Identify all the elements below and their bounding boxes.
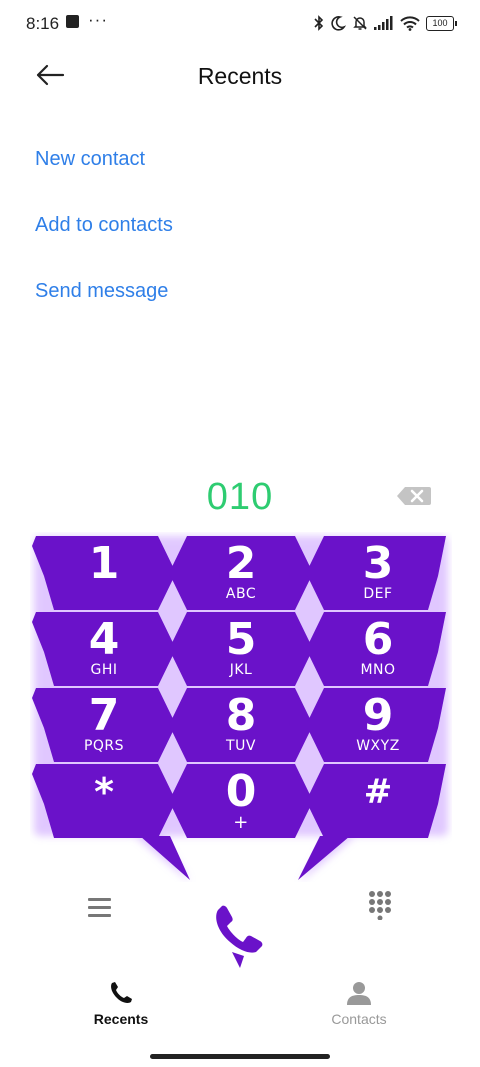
phone-icon xyxy=(111,982,132,1003)
status-icons: 100 xyxy=(314,12,457,34)
key-letters: GHI xyxy=(90,662,118,678)
dialpad-icon xyxy=(369,891,391,921)
send-message-link[interactable]: Send message xyxy=(35,280,168,303)
key-3[interactable]: 3 DEF xyxy=(306,536,450,610)
key-letters: TUV xyxy=(226,738,256,754)
key-star[interactable]: * xyxy=(32,764,176,838)
key-digit: 5 xyxy=(225,614,257,665)
status-time: 8:16 xyxy=(26,14,60,33)
key-2[interactable]: 2 ABC xyxy=(169,536,313,610)
person-icon xyxy=(347,982,371,1005)
more-notifications-icon: ··· xyxy=(88,10,108,29)
tab-label: Contacts xyxy=(331,1011,387,1027)
key-8[interactable]: 8 TUV xyxy=(169,688,313,762)
key-digit: # xyxy=(363,772,393,812)
dial-keypad: 1 2 ABC 3 DEF 4 GHI 5 JKL 6 MNO 7 PQRS 8… xyxy=(30,532,452,882)
backspace-button[interactable] xyxy=(396,486,432,506)
tab-contacts[interactable]: Contacts xyxy=(279,980,439,1027)
key-0[interactable]: 0 + xyxy=(169,764,313,838)
moon-icon xyxy=(331,16,346,31)
key-digit: 2 xyxy=(225,538,257,589)
new-contact-link[interactable]: New contact xyxy=(35,148,145,171)
call-button[interactable] xyxy=(210,896,272,970)
bluetooth-icon xyxy=(314,15,324,31)
backspace-icon xyxy=(397,487,431,505)
key-6[interactable]: 6 MNO xyxy=(306,612,450,686)
key-letters: PQRS xyxy=(83,738,125,754)
key-letters: ABC xyxy=(225,586,257,602)
key-9[interactable]: 9 WXYZ xyxy=(306,688,450,762)
status-bar: 8:16 ··· 100 xyxy=(0,0,480,48)
menu-button[interactable] xyxy=(86,895,114,921)
wifi-icon xyxy=(400,15,420,31)
signal-icon xyxy=(374,16,393,30)
menu-icon xyxy=(88,898,111,917)
page-title: Recents xyxy=(197,63,283,89)
notification-icon xyxy=(66,15,79,28)
key-letters: JKL xyxy=(229,662,253,678)
key-digit: 7 xyxy=(88,690,120,741)
key-hash[interactable]: # xyxy=(306,764,450,838)
tab-recents[interactable]: Recents xyxy=(41,980,201,1027)
key-1[interactable]: 1 xyxy=(32,536,176,610)
bell-off-icon xyxy=(353,16,367,30)
key-digit: 1 xyxy=(88,538,120,589)
key-letters: + xyxy=(233,812,249,833)
phone-icon xyxy=(216,905,263,968)
add-to-contacts-link[interactable]: Add to contacts xyxy=(35,214,173,237)
key-letters: WXYZ xyxy=(356,738,400,754)
key-digit: 0 xyxy=(225,766,257,817)
home-indicator[interactable] xyxy=(150,1054,330,1059)
key-digit: 4 xyxy=(88,614,120,665)
key-5[interactable]: 5 JKL xyxy=(169,612,313,686)
key-digit: 8 xyxy=(225,690,257,741)
key-digit: 6 xyxy=(362,614,394,665)
key-letters: DEF xyxy=(363,586,393,602)
key-digit: * xyxy=(94,770,114,814)
key-7[interactable]: 7 PQRS xyxy=(32,688,176,762)
key-letters: MNO xyxy=(360,662,396,678)
key-digit: 9 xyxy=(362,690,394,741)
battery-icon: 100 xyxy=(426,15,457,31)
dialpad-toggle-button[interactable] xyxy=(368,890,392,921)
key-digit: 3 xyxy=(362,538,394,589)
key-4[interactable]: 4 GHI xyxy=(32,612,176,686)
tab-label: Recents xyxy=(93,1011,149,1027)
